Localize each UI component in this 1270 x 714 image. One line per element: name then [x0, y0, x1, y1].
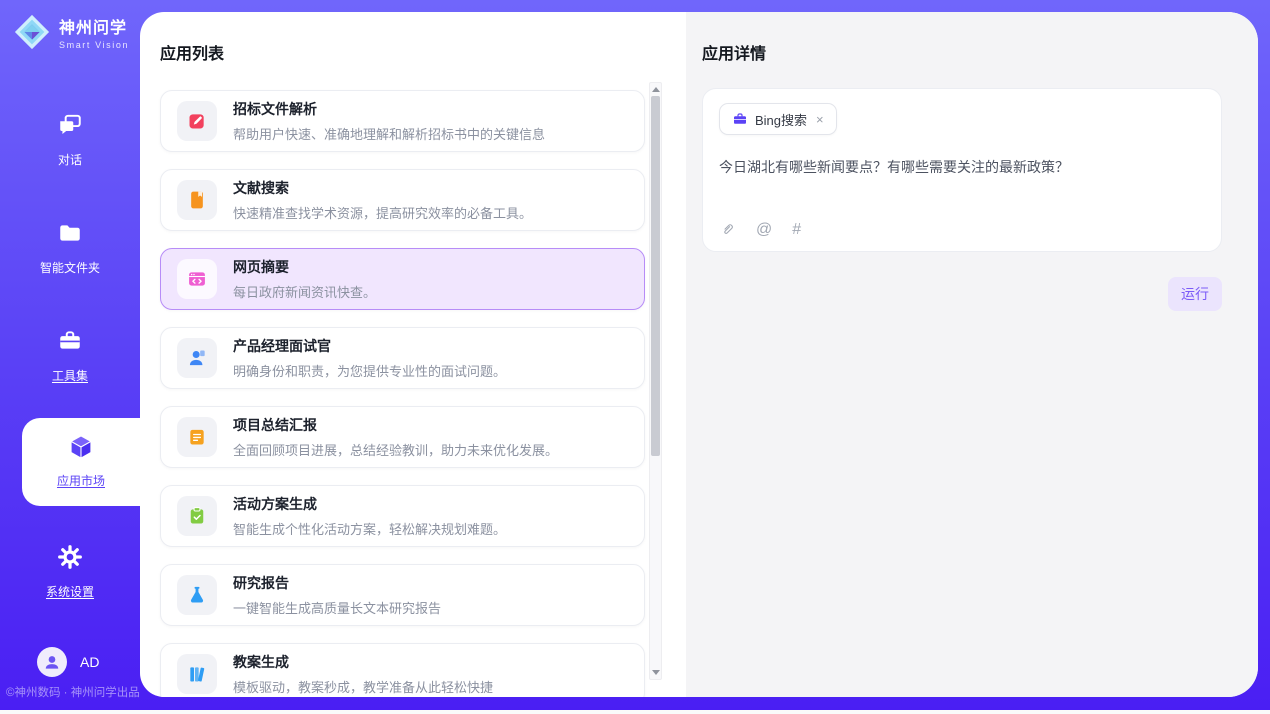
app-desc: 一键智能生成高质量长文本研究报告	[233, 598, 441, 617]
folder-icon	[0, 220, 140, 251]
brand-name: 神州问学	[59, 20, 129, 38]
app-desc: 全面回顾项目进展，总结经验教训，助力未来优化发展。	[233, 440, 558, 459]
chip-close-icon[interactable]: ×	[816, 112, 824, 127]
tool-chip-bing-search[interactable]: Bing搜索 ×	[719, 103, 837, 135]
activity-plan-icon	[177, 496, 217, 536]
app-list-title: 应用列表	[160, 40, 686, 64]
app-title: 活动方案生成	[233, 494, 506, 514]
pm-interviewer-icon	[177, 338, 217, 378]
app-title: 项目总结汇报	[233, 415, 558, 435]
sidebar-item-toolset[interactable]: 工具集	[0, 328, 140, 384]
web-summary-icon	[177, 259, 217, 299]
user-name: AD	[80, 654, 99, 670]
sidebar-label-app-market: 应用市场	[22, 472, 140, 489]
research-report-icon	[177, 575, 217, 615]
tool-chip-label: Bing搜索	[755, 110, 807, 129]
app-card-lesson-plan[interactable]: 教案生成 模板驱动，教案秒成，教学准备从此轻松快捷	[160, 643, 645, 697]
app-title: 研究报告	[233, 573, 441, 593]
app-title: 产品经理面试官	[233, 336, 506, 356]
gear-icon	[0, 544, 140, 575]
app-list-scrollbar[interactable]	[649, 82, 662, 680]
app-list-panel: 应用列表 招标文件解析 帮助用户快速、准确地理解和解析招标书中的关键信息	[140, 12, 686, 697]
run-row: 运行	[702, 277, 1222, 311]
app-detail-panel: 应用详情 Bing搜索 × 今日湖北有哪些新闻要点？有哪些需要关注的最新政策？	[686, 12, 1258, 697]
paperclip-icon[interactable]	[719, 221, 736, 238]
sidebar-item-settings[interactable]: 系统设置	[0, 544, 140, 600]
sidebar-label-smart-folder: 智能文件夹	[0, 259, 140, 276]
scroll-down-icon[interactable]	[652, 670, 660, 675]
brand-diamond-icon	[13, 13, 51, 56]
chat-icon	[0, 112, 140, 143]
app-desc: 模板驱动，教案秒成，教学准备从此轻松快捷	[233, 677, 493, 696]
sidebar-item-app-market[interactable]: 应用市场	[22, 418, 140, 506]
hashtag-icon[interactable]: #	[792, 222, 801, 238]
user-account[interactable]: AD	[37, 647, 99, 677]
brand-tagline: Smart Vision	[59, 40, 129, 50]
app-title: 招标文件解析	[233, 99, 545, 119]
project-summary-icon	[177, 417, 217, 457]
app-card-web-summary[interactable]: 网页摘要 每日政府新闻资讯快查。	[160, 248, 645, 310]
app-title: 网页摘要	[233, 257, 376, 277]
lesson-plan-icon	[177, 654, 217, 694]
cube-icon	[22, 433, 140, 466]
app-desc: 帮助用户快速、准确地理解和解析招标书中的关键信息	[233, 124, 545, 143]
run-button[interactable]: 运行	[1168, 277, 1222, 311]
app-desc: 每日政府新闻资讯快查。	[233, 282, 376, 301]
literature-search-icon	[177, 180, 217, 220]
app-card-literature-search[interactable]: 文献搜索 快速精准查找学术资源，提高研究效率的必备工具。	[160, 169, 645, 231]
app-card-research-report[interactable]: 研究报告 一键智能生成高质量长文本研究报告	[160, 564, 645, 626]
briefcase-icon	[732, 111, 748, 127]
app-logo: 神州问学 Smart Vision	[13, 13, 129, 56]
sidebar-label-settings: 系统设置	[0, 583, 140, 600]
toolbox-icon	[0, 328, 140, 359]
sidebar-item-smart-folder[interactable]: 智能文件夹	[0, 220, 140, 276]
avatar	[37, 647, 67, 677]
scroll-up-icon[interactable]	[652, 87, 660, 92]
sidebar-item-chat[interactable]: 对话	[0, 112, 140, 168]
app-desc: 快速精准查找学术资源，提高研究效率的必备工具。	[233, 203, 532, 222]
prompt-card: Bing搜索 × 今日湖北有哪些新闻要点？有哪些需要关注的最新政策？ @ #	[702, 88, 1222, 252]
mention-icon[interactable]: @	[756, 222, 772, 238]
app-card-bid-analysis[interactable]: 招标文件解析 帮助用户快速、准确地理解和解析招标书中的关键信息	[160, 90, 645, 152]
app-detail-title: 应用详情	[702, 40, 1222, 64]
attachment-toolbar: @ #	[719, 221, 1205, 238]
bottom-edge-strip	[0, 710, 1270, 714]
app-card-pm-interviewer[interactable]: 产品经理面试官 明确身份和职责，为您提供专业性的面试问题。	[160, 327, 645, 389]
main-content: 应用列表 招标文件解析 帮助用户快速、准确地理解和解析招标书中的关键信息	[140, 12, 1258, 697]
app-card-activity-plan[interactable]: 活动方案生成 智能生成个性化活动方案，轻松解决规划难题。	[160, 485, 645, 547]
scrollbar-thumb[interactable]	[651, 96, 660, 456]
bid-analysis-icon	[177, 101, 217, 141]
query-text[interactable]: 今日湖北有哪些新闻要点？有哪些需要关注的最新政策？	[719, 157, 1205, 177]
sidebar-label-chat: 对话	[0, 151, 140, 168]
app-title: 教案生成	[233, 652, 493, 672]
sidebar: 神州问学 Smart Vision 对话 智能文件夹 工具集	[0, 0, 140, 710]
sidebar-label-toolset: 工具集	[0, 367, 140, 384]
app-title: 文献搜索	[233, 178, 532, 198]
app-desc: 明确身份和职责，为您提供专业性的面试问题。	[233, 361, 506, 380]
app-desc: 智能生成个性化活动方案，轻松解决规划难题。	[233, 519, 506, 538]
app-card-project-summary[interactable]: 项目总结汇报 全面回顾项目进展，总结经验教训，助力未来优化发展。	[160, 406, 645, 468]
